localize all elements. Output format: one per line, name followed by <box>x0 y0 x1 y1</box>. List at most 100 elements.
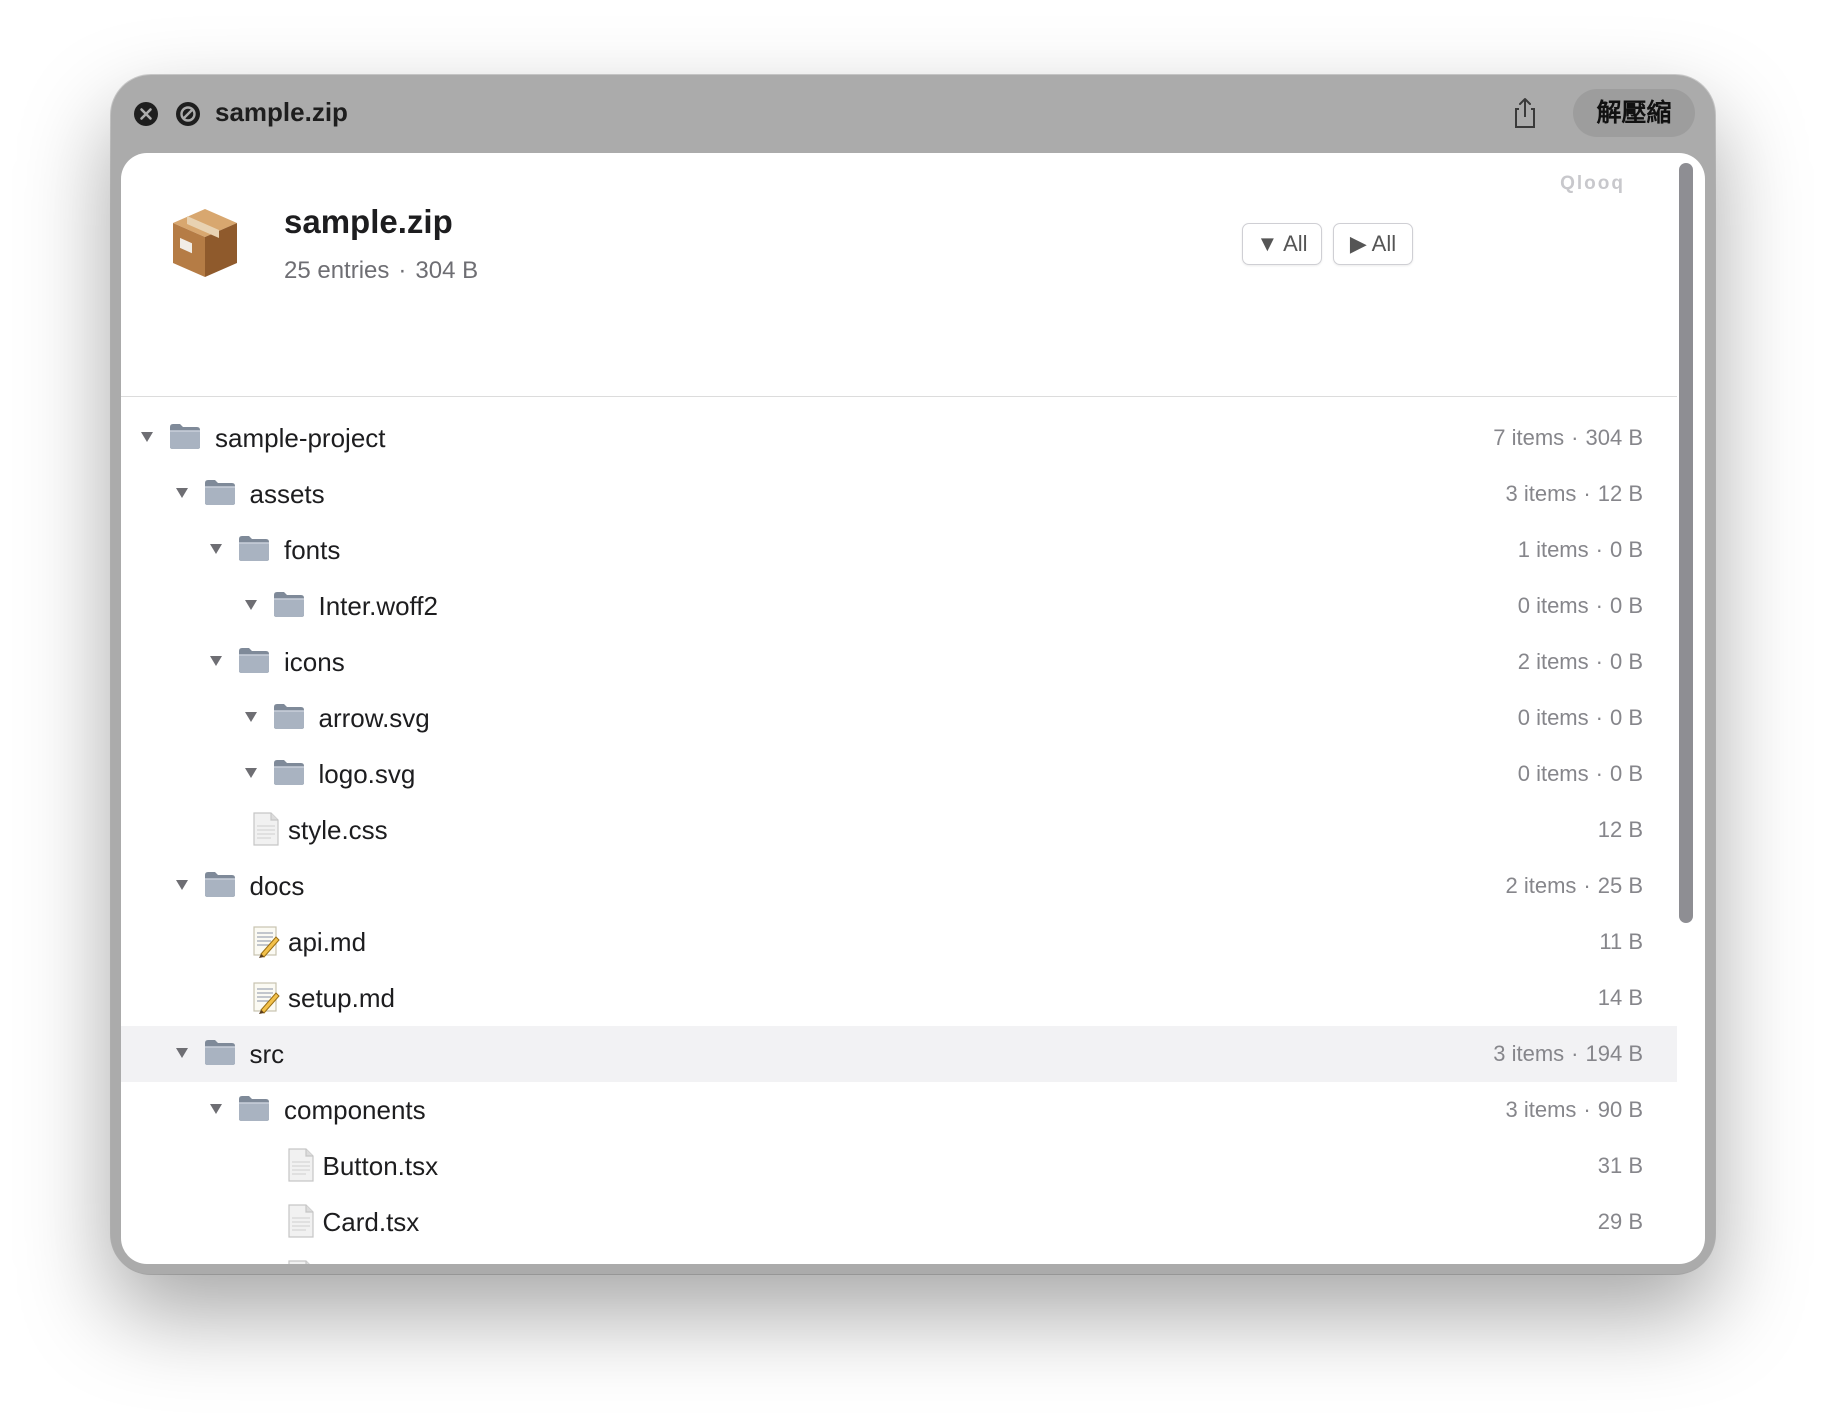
file-tree: sample-project 7 items · 304 B assets 3 items… <box>121 410 1677 1264</box>
entry-name: Inter.woff2 <box>318 591 439 621</box>
entry-name: Modal.tsx <box>323 1262 434 1264</box>
entry-name: logo.svg <box>318 759 416 789</box>
file-row[interactable]: api.md 11 B <box>121 914 1677 970</box>
entry-name: src <box>249 1039 285 1069</box>
document-icon <box>286 1259 316 1264</box>
entry-meta: 0 items · 0 B <box>1517 705 1643 730</box>
extract-button[interactable]: 解壓縮 <box>1573 89 1695 137</box>
entry-size: 12 B <box>1597 817 1643 842</box>
folder-icon <box>272 757 306 787</box>
folder-row[interactable]: components 3 items · 90 B <box>121 1082 1677 1138</box>
disclosure-triangle-icon[interactable] <box>174 485 190 501</box>
window-title: sample.zip <box>215 97 348 127</box>
entry-size: 11 B <box>1599 929 1643 954</box>
entry-size: 14 B <box>1597 985 1643 1010</box>
entry-size: 0 B <box>1609 593 1643 618</box>
close-icon[interactable] <box>133 101 159 127</box>
folder-icon <box>203 869 237 899</box>
folder-row[interactable]: sample-project 7 items · 304 B <box>121 410 1677 466</box>
item-count: 3 items <box>1493 1041 1565 1066</box>
archive-name: sample.zip <box>284 203 453 240</box>
folder-row[interactable]: Inter.woff2 0 items · 0 B <box>121 578 1677 634</box>
disclosure-triangle-icon[interactable] <box>139 429 155 445</box>
folder-icon <box>168 421 202 451</box>
file-row[interactable]: Button.tsx 31 B <box>121 1138 1677 1194</box>
entry-name: assets <box>249 479 325 509</box>
item-count: 0 items <box>1517 705 1589 730</box>
item-count: 0 items <box>1517 593 1589 618</box>
entry-size: 31 B <box>1597 1153 1643 1178</box>
entry-meta: 3 items · 194 B <box>1493 1041 1644 1066</box>
file-row[interactable]: Modal.tsx30 B <box>121 1250 1677 1264</box>
entry-name: setup.md <box>288 983 395 1013</box>
folder-icon <box>272 701 306 731</box>
folder-icon <box>237 1093 271 1123</box>
entry-meta: 0 items · 0 B <box>1517 593 1643 618</box>
entry-name: components <box>284 1095 426 1125</box>
folder-row[interactable]: fonts 1 items · 0 B <box>121 522 1677 578</box>
disclosure-triangle-icon[interactable] <box>243 709 259 725</box>
folder-row[interactable]: assets 3 items · 12 B <box>121 466 1677 522</box>
entry-name: api.md <box>288 927 367 957</box>
content-panel: Qlooq sample.zip 25 entries · 304 B ▼ All … <box>121 153 1705 1264</box>
entry-meta: 2 items · 25 B <box>1505 873 1643 898</box>
disclosure-triangle-icon[interactable] <box>208 541 224 557</box>
entry-size: 90 B <box>1597 1097 1643 1122</box>
item-count: 3 items <box>1505 1097 1577 1122</box>
disclosure-triangle-icon[interactable] <box>208 1101 224 1117</box>
folder-row[interactable]: docs 2 items · 25 B <box>121 858 1677 914</box>
disclosure-triangle-icon[interactable] <box>208 653 224 669</box>
collapse-all-button[interactable]: ▶ All <box>1333 223 1413 265</box>
entry-name: docs <box>249 871 305 901</box>
title-bar: sample.zip 解壓縮 <box>111 75 1715 151</box>
disclosure-triangle-icon[interactable] <box>243 597 259 613</box>
entry-size: 0 B <box>1609 649 1643 674</box>
entry-meta: 1 items · 0 B <box>1517 537 1643 562</box>
no-entry-icon[interactable] <box>175 101 201 127</box>
folder-row[interactable]: arrow.svg 0 items · 0 B <box>121 690 1677 746</box>
entry-meta: 3 items · 12 B <box>1505 481 1643 506</box>
entry-name: Card.tsx <box>322 1207 420 1237</box>
document-icon <box>251 811 281 847</box>
entry-name: style.css <box>288 815 388 845</box>
entry-meta: 0 items · 0 B <box>1517 761 1643 786</box>
entry-meta: 2 items · 0 B <box>1517 649 1643 674</box>
folder-row[interactable]: logo.svg 0 items · 0 B <box>121 746 1677 802</box>
item-count: 2 items <box>1505 873 1577 898</box>
entry-size: 25 B <box>1597 873 1643 898</box>
file-row[interactable]: setup.md 14 B <box>121 970 1677 1026</box>
entry-meta: 7 items · 304 B <box>1493 425 1644 450</box>
expand-all-button[interactable]: ▼ All <box>1242 223 1322 265</box>
folder-icon <box>237 533 271 563</box>
share-icon[interactable] <box>1507 95 1543 131</box>
archive-size: 304 B <box>415 257 479 284</box>
text-edit-icon <box>251 923 281 959</box>
entry-size: 0 B <box>1609 537 1643 562</box>
scrollbar[interactable] <box>1679 163 1693 923</box>
folder-icon <box>272 589 306 619</box>
entry-size: 0 B <box>1609 761 1643 786</box>
document-icon <box>286 1203 316 1239</box>
package-icon <box>173 209 237 277</box>
document-icon <box>286 1147 316 1183</box>
entry-size: 304 B <box>1585 425 1644 450</box>
entry-size: 29 B <box>1597 1209 1643 1234</box>
entry-size: 194 B <box>1585 1041 1644 1066</box>
entry-name: arrow.svg <box>318 703 430 733</box>
file-row[interactable]: style.css 12 B <box>121 802 1677 858</box>
entry-name: Button.tsx <box>322 1151 439 1181</box>
brand-label: Qlooq <box>1560 173 1625 194</box>
entry-name: icons <box>284 647 345 677</box>
disclosure-triangle-icon[interactable] <box>243 765 259 781</box>
folder-icon <box>203 477 237 507</box>
folder-row[interactable]: src 3 items · 194 B <box>121 1026 1677 1082</box>
disclosure-triangle-icon[interactable] <box>174 1045 190 1061</box>
disclosure-triangle-icon[interactable] <box>174 877 190 893</box>
entry-size: 0 B <box>1609 705 1643 730</box>
archive-header: Qlooq sample.zip 25 entries · 304 B ▼ All … <box>121 153 1677 397</box>
item-count: 7 items <box>1493 425 1565 450</box>
folder-row[interactable]: icons 2 items · 0 B <box>121 634 1677 690</box>
archive-summary: 25 entries · 304 B <box>284 257 479 284</box>
entry-size: 12 B <box>1597 481 1643 506</box>
file-row[interactable]: Card.tsx 29 B <box>121 1194 1677 1250</box>
